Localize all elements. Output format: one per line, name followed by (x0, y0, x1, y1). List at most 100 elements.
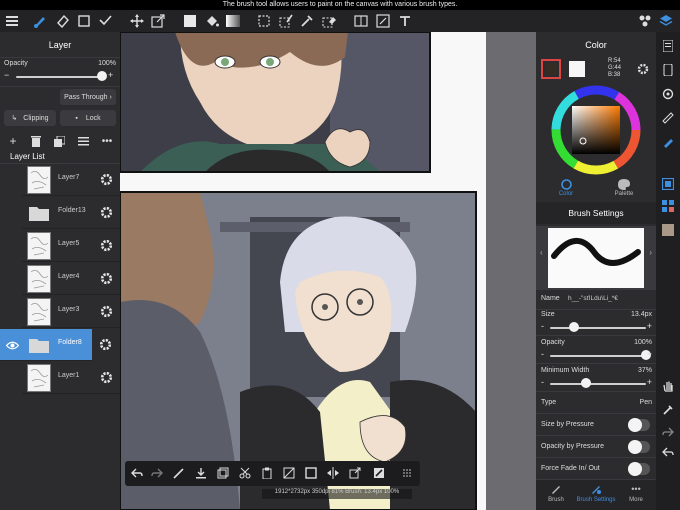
select-pen-icon[interactable] (277, 12, 295, 30)
transform-icon[interactable] (347, 465, 363, 481)
move-tool-icon[interactable] (128, 12, 146, 30)
layer-settings-gear-icon[interactable] (99, 304, 113, 318)
more-tab[interactable]: More (624, 497, 648, 503)
delete-layer-icon[interactable] (29, 134, 43, 148)
size-pressure-knob[interactable] (628, 418, 642, 432)
undo-icon[interactable] (129, 465, 145, 481)
size-knob[interactable] (569, 322, 579, 332)
next-brush-icon[interactable]: › (649, 248, 652, 257)
size-plus-icon[interactable]: + (647, 321, 652, 331)
palette-tab[interactable]: Palette (610, 191, 638, 197)
palette-icon[interactable] (614, 178, 634, 190)
brush-name-row[interactable]: Name h__-"sťlLdu\Li_*€ (536, 288, 656, 310)
tone-icon[interactable] (660, 198, 676, 214)
text-tool-icon[interactable] (396, 12, 414, 30)
clipping-button[interactable]: ↳ Clipping (4, 110, 56, 126)
clear-icon[interactable] (281, 465, 297, 481)
materials-icon[interactable] (636, 12, 654, 30)
pen-brush-icon[interactable] (660, 134, 676, 150)
layer-settings-gear-icon[interactable] (99, 205, 113, 219)
main-color-swatch[interactable] (541, 59, 561, 79)
layer-row[interactable]: Layer5 (22, 230, 120, 262)
flip-icon[interactable] (325, 465, 341, 481)
layer-panel-toggle-icon[interactable] (660, 176, 676, 192)
min-width-slider[interactable] (550, 383, 646, 385)
eraser-tool-icon[interactable] (53, 12, 71, 30)
select-rect-icon[interactable] (75, 12, 93, 30)
undo-right-icon[interactable] (660, 444, 676, 460)
ruler-icon[interactable] (660, 110, 676, 126)
canvas[interactable] (120, 32, 536, 510)
layer-row[interactable]: Layer4 (22, 263, 120, 295)
layer-settings-gear-icon[interactable] (99, 370, 113, 384)
opacity-pressure-knob[interactable] (628, 440, 642, 454)
phone-icon[interactable] (660, 62, 676, 78)
cut-icon[interactable] (237, 465, 253, 481)
brush-tab-icon[interactable] (548, 483, 564, 495)
brush-settings-tab-icon[interactable] (588, 483, 604, 495)
opacity-minus-icon[interactable]: - (541, 349, 544, 359)
prev-brush-icon[interactable]: ‹ (540, 248, 543, 257)
layer-row[interactable]: Layer3 (22, 296, 120, 328)
magic-wand-icon[interactable] (96, 12, 114, 30)
visibility-eye-icon[interactable] (5, 339, 19, 351)
minus-icon[interactable]: − (4, 70, 9, 80)
fill-icon[interactable] (303, 465, 319, 481)
color-tab-icon[interactable] (556, 178, 576, 190)
fill-color-icon[interactable] (181, 12, 199, 30)
layer-settings-gear-icon[interactable] (98, 337, 112, 351)
save-icon[interactable] (193, 465, 209, 481)
layer-settings-gear-icon[interactable] (99, 238, 113, 252)
layer-row[interactable]: Layer1 (22, 362, 120, 394)
eyedropper-right-icon[interactable] (660, 402, 676, 418)
color-settings-gear-icon[interactable] (636, 62, 650, 76)
layer-list-icon[interactable] (76, 134, 90, 148)
plus-icon[interactable]: + (108, 70, 113, 80)
layer-row[interactable]: Layer7 (22, 164, 120, 196)
pen-tool-icon[interactable] (171, 465, 187, 481)
opacity-plus-icon[interactable]: + (647, 349, 652, 359)
redo-icon[interactable] (149, 465, 165, 481)
sub-color-swatch[interactable] (569, 61, 585, 77)
min-width-plus-icon[interactable]: + (647, 377, 652, 387)
color-wheel[interactable] (546, 84, 646, 176)
color-tab[interactable]: Color (556, 191, 576, 197)
redo-right-icon[interactable] (660, 424, 676, 440)
select-eraser-icon[interactable] (320, 12, 338, 30)
lock-button[interactable]: ▪ Lock (60, 110, 116, 126)
bucket-tool-icon[interactable] (203, 12, 221, 30)
size-slider[interactable] (550, 327, 646, 329)
more-icon[interactable]: ••• (100, 134, 114, 148)
min-width-knob[interactable] (580, 378, 591, 388)
layer-settings-gear-icon[interactable] (99, 172, 113, 186)
copy-icon[interactable] (215, 465, 231, 481)
transform-tool-icon[interactable] (149, 12, 167, 30)
gradient-tool-icon[interactable] (224, 12, 242, 30)
brush-tool-icon[interactable] (31, 12, 49, 30)
blend-mode-button[interactable]: Pass Through › (60, 89, 116, 105)
duplicate-layer-icon[interactable] (52, 134, 66, 148)
brush-opacity-slider[interactable] (550, 355, 646, 357)
brush-settings-tab[interactable]: Brush Settings (574, 497, 618, 503)
frame-divider-icon[interactable] (352, 12, 370, 30)
texture-icon[interactable] (660, 222, 676, 238)
snap-icon[interactable] (374, 12, 392, 30)
type-row[interactable]: Type Pen (536, 392, 656, 414)
hand-tool-icon[interactable] (660, 378, 676, 394)
add-layer-icon[interactable]: + (6, 134, 20, 148)
size-minus-icon[interactable]: - (541, 321, 544, 331)
min-width-minus-icon[interactable]: - (541, 377, 544, 387)
force-fade-knob[interactable] (628, 462, 642, 476)
rotate-icon[interactable] (660, 86, 676, 102)
layer-list-icon-right[interactable] (660, 38, 676, 54)
more-tab-icon[interactable]: ••• (628, 483, 644, 495)
edit-icon[interactable] (371, 465, 387, 481)
layer-row[interactable]: Folder13 (22, 197, 120, 229)
layer-row[interactable]: Folder8 (0, 329, 111, 361)
paste-icon[interactable] (259, 465, 275, 481)
grid-dots-icon[interactable] (399, 465, 415, 481)
layers-toggle-icon[interactable] (657, 12, 675, 30)
layer-opacity-knob[interactable] (97, 71, 107, 81)
brush-tab[interactable]: Brush (542, 497, 570, 503)
layer-opacity-slider[interactable] (16, 76, 102, 78)
